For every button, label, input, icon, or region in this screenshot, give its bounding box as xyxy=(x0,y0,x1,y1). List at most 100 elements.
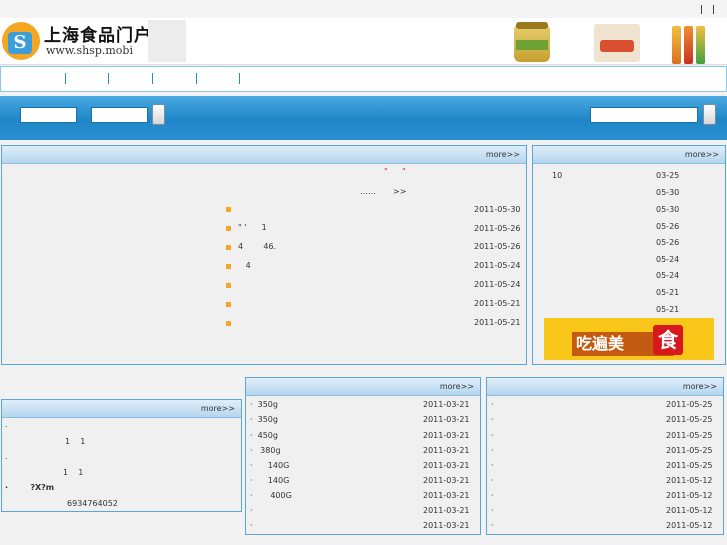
panel-header: more>> xyxy=(2,146,526,164)
jar-lid-shape xyxy=(516,22,548,29)
top-strip xyxy=(0,0,727,18)
search-input-1[interactable] xyxy=(20,107,77,123)
contact-line: 1 1 xyxy=(65,437,86,446)
logo-gray-block xyxy=(148,20,186,62)
news-date: 2011-05-30 xyxy=(474,205,521,214)
news-title[interactable]: 4 46. xyxy=(238,242,276,251)
product-title[interactable]: · 350g xyxy=(250,400,278,409)
right-item-date: 2011-05-25 xyxy=(666,400,713,409)
bullet-icon xyxy=(226,264,231,269)
right-item-title[interactable]: · xyxy=(491,506,494,515)
right-item-title[interactable]: · xyxy=(491,521,494,530)
product-date: 2011-03-21 xyxy=(423,446,470,455)
panel-header: more>> xyxy=(533,146,725,164)
contact-line: . xyxy=(5,452,8,461)
product-date: 2011-03-21 xyxy=(423,476,470,485)
nav-separator xyxy=(239,73,240,84)
right-item-title[interactable]: · xyxy=(491,415,494,424)
product-date: 2011-03-21 xyxy=(423,491,470,500)
bullet-icon xyxy=(226,283,231,288)
side-item-date: 05-30 xyxy=(656,205,680,214)
product-title[interactable]: · 450g xyxy=(250,431,278,440)
right-item-date: 2011-05-12 xyxy=(666,491,713,500)
product-date: 2011-03-21 xyxy=(423,415,470,424)
side-item-date: 05-24 xyxy=(656,255,680,264)
right-item-date: 2011-05-12 xyxy=(666,521,713,530)
search-button[interactable] xyxy=(152,104,165,125)
quote-mark: " xyxy=(402,167,406,176)
news-date: 2011-05-24 xyxy=(474,280,521,289)
products-panel: more>> · 350g 2011-03-21 · 350g 2011-03-… xyxy=(245,377,481,535)
news-panel: more>> " " …… >> 2011-05-30 " ' 1 2011-0… xyxy=(1,145,527,365)
side-item-date: 05-21 xyxy=(656,288,680,297)
product-title[interactable]: · xyxy=(250,521,253,530)
product-date: 2011-03-21 xyxy=(423,461,470,470)
more-link[interactable]: more>> xyxy=(440,382,474,391)
right-item-title[interactable]: · xyxy=(491,446,494,455)
panel-header: more>> xyxy=(246,378,480,396)
contact-phone: 6934764052 xyxy=(67,499,118,508)
product-title[interactable]: · 140G xyxy=(250,461,289,470)
right-item-date: 2011-05-25 xyxy=(666,415,713,424)
product-date: 2011-03-21 xyxy=(423,521,470,530)
banner-highlight: 食 xyxy=(653,325,683,355)
product-date: 2011-03-21 xyxy=(423,431,470,440)
product-title[interactable]: · 350g xyxy=(250,415,278,424)
right-item-title[interactable]: · xyxy=(491,461,494,470)
side-item-title[interactable]: 10 xyxy=(552,171,562,180)
nav-separator xyxy=(65,73,66,84)
top-separator xyxy=(713,5,714,14)
side-item-date: 05-26 xyxy=(656,238,680,247)
main-nav xyxy=(0,66,727,92)
search-input-2[interactable] xyxy=(91,107,148,123)
product-stick-image xyxy=(684,26,693,64)
nav-separator xyxy=(152,73,153,84)
more-link[interactable]: more>> xyxy=(685,150,719,159)
product-date: 2011-03-21 xyxy=(423,400,470,409)
side-item-date: 05-24 xyxy=(656,271,680,280)
quote-mark: " xyxy=(384,167,388,176)
right-item-date: 2011-05-12 xyxy=(666,476,713,485)
side-item-date: 03-25 xyxy=(656,171,680,180)
top-separator xyxy=(701,5,702,14)
side-item-date: 05-30 xyxy=(656,188,680,197)
product-date: 2011-03-21 xyxy=(423,506,470,515)
bullet-icon xyxy=(226,302,231,307)
contact-line: 1 1 xyxy=(63,468,84,477)
product-stick-image xyxy=(672,26,681,64)
nav-separator xyxy=(196,73,197,84)
right-item-title[interactable]: · xyxy=(491,491,494,500)
product-title[interactable]: · 380g xyxy=(250,446,281,455)
bullet-icon xyxy=(226,321,231,326)
logo-s-icon: S xyxy=(8,32,32,54)
news-date: 2011-05-21 xyxy=(474,299,521,308)
more-link[interactable]: more>> xyxy=(486,150,520,159)
product-title[interactable]: · xyxy=(250,506,253,515)
right-item-title[interactable]: · xyxy=(491,431,494,440)
site-url: www.shsp.mobi xyxy=(46,44,133,57)
right-panel: more>> · 2011-05-25 · 2011-05-25 · 2011-… xyxy=(486,377,724,535)
search-input-3[interactable] xyxy=(590,107,698,123)
search-button-right[interactable] xyxy=(703,104,716,125)
side-item-date: 05-21 xyxy=(656,305,680,314)
right-item-date: 2011-05-25 xyxy=(666,446,713,455)
bullet-icon xyxy=(226,245,231,250)
more-link[interactable]: more>> xyxy=(683,382,717,391)
news-date: 2011-05-26 xyxy=(474,242,521,251)
side-item-date: 05-26 xyxy=(656,222,680,231)
read-more-arrow[interactable]: >> xyxy=(393,187,406,196)
more-link[interactable]: more>> xyxy=(201,404,235,413)
nav-separator xyxy=(108,73,109,84)
news-title[interactable]: " ' 1 xyxy=(238,223,267,232)
product-stick-image xyxy=(696,26,705,64)
right-item-date: 2011-05-12 xyxy=(666,506,713,515)
site-name: 上海食品门户 xyxy=(44,26,152,46)
right-item-title[interactable]: · xyxy=(491,400,494,409)
ellipsis-text: …… xyxy=(360,187,376,196)
jar-label-shape xyxy=(516,40,548,50)
product-title[interactable]: · 140G xyxy=(250,476,289,485)
news-title[interactable]: 4 xyxy=(238,261,251,270)
right-item-title[interactable]: · xyxy=(491,476,494,485)
contact-line: . xyxy=(5,420,8,429)
product-title[interactable]: · 400G xyxy=(250,491,292,500)
